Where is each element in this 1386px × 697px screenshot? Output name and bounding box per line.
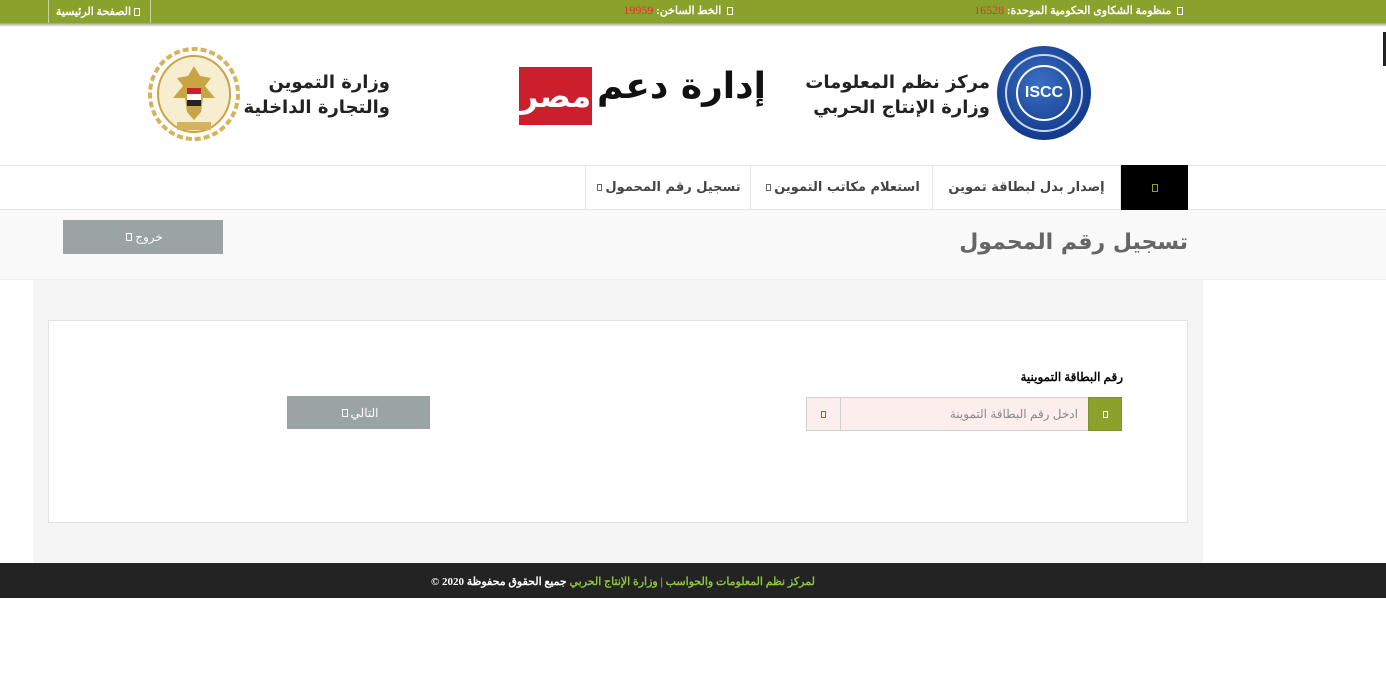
nav-item-register-mobile[interactable]: تسجيل رقم المحمول <box>585 166 751 209</box>
iscc-title: مركز نظم المعلومات وزارة الإنتاج الحربي <box>800 70 990 120</box>
input-status-icon-box <box>806 397 841 431</box>
daam-logo-misr: مصر <box>519 67 592 125</box>
top-bar-shadow <box>0 23 1386 27</box>
logout-button[interactable]: خروج <box>63 220 223 254</box>
complaints-label: منظومة الشكاوى الحكومية الموحدة: <box>1006 5 1172 17</box>
ministry-title: وزارة التموين والتجارة الداخلية <box>235 70 390 120</box>
footer-copyright: © 2020 لمركز نظم المعلومات والحواسب | وز… <box>431 575 815 588</box>
ministry-title-line2: والتجارة الداخلية <box>243 97 390 118</box>
nav-divider <box>585 166 586 209</box>
daam-misr-logo: إدارة دعم مصر <box>517 64 766 126</box>
logout-button-label: خروج <box>135 230 163 244</box>
iscc-logo: ISCC <box>997 46 1091 140</box>
nav-item-supply-offices[interactable]: استعلام مكاتب التموين <box>751 166 933 209</box>
input-prefix-icon-box <box>1088 397 1122 431</box>
phone-icon <box>727 7 733 16</box>
home-icon <box>1151 183 1158 192</box>
logout-icon <box>126 233 133 241</box>
main-nav: إصدار بدل لبطاقة تموين استعلام مكاتب الت… <box>0 165 1386 210</box>
complaints-info: منظومة الشكاوى الحكومية الموحدة: 16528 <box>974 3 1186 18</box>
home-link[interactable]: الصفحة الرئيسية <box>48 0 151 23</box>
nav-item-label: تسجيل رقم المحمول <box>605 180 741 195</box>
phone-icon <box>1177 7 1183 16</box>
nav-home-button[interactable] <box>1121 165 1188 210</box>
card-icon <box>1102 410 1108 418</box>
chevron-down-icon <box>597 184 603 191</box>
top-bar: منظومة الشكاوى الحكومية الموحدة: 16528 ا… <box>0 0 1386 23</box>
ministry-title-line1: وزارة التموين <box>268 72 390 93</box>
home-icon <box>134 7 141 16</box>
alert-icon <box>821 410 826 418</box>
hotline-info: الخط الساخن: 19959 <box>623 3 736 18</box>
arrow-icon <box>341 408 348 417</box>
card-number-label: رقم البطاقة التموينية <box>1020 370 1123 384</box>
iscc-title-line2: وزارة الإنتاج الحربي <box>813 97 990 118</box>
nav-item-label: إصدار بدل لبطاقة تموين <box>948 180 1105 195</box>
hotline-number: 19959 <box>623 3 654 17</box>
nav-item-replacement-card[interactable]: إصدار بدل لبطاقة تموين <box>933 166 1121 209</box>
nav-item-label: استعلام مكاتب التموين <box>774 180 920 195</box>
card-number-input[interactable] <box>841 397 1088 431</box>
footer-owner-link[interactable]: لمركز نظم المعلومات والحواسب | وزارة الإ… <box>569 576 814 588</box>
footer-rights: جميع الحقوق محفوظة <box>466 576 567 588</box>
egypt-eagle-emblem-icon <box>148 47 240 141</box>
complaints-number: 16528 <box>974 3 1005 17</box>
next-button[interactable]: التالي <box>287 396 430 429</box>
iscc-logo-ring <box>1005 54 1083 132</box>
footer-year: © 2020 <box>431 576 464 588</box>
next-button-label: التالي <box>350 405 379 420</box>
home-link-label: الصفحة الرئيسية <box>55 6 132 18</box>
iscc-title-line1: مركز نظم المعلومات <box>805 72 990 93</box>
hotline-label: الخط الساخن: <box>656 5 722 17</box>
chevron-down-icon <box>766 184 772 191</box>
page-title: تسجيل رقم المحمول <box>959 230 1188 255</box>
page-title-bar: تسجيل رقم المحمول خروج <box>0 210 1386 280</box>
footer: © 2020 لمركز نظم المعلومات والحواسب | وز… <box>0 563 1386 598</box>
card-number-input-group <box>806 397 1122 431</box>
daam-logo-idara: إدارة دعم <box>597 66 766 107</box>
